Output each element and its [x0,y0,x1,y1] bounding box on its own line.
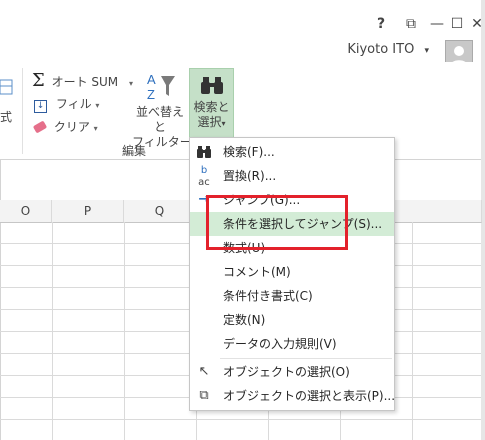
menu-item-label: コメント(M) [223,265,291,279]
menu-item-find[interactable]: 検索(F)... [190,140,394,164]
eraser-icon [32,120,48,134]
sort-filter-icon: A Z [147,72,175,102]
menu-item-label: 置換(R)... [223,169,277,183]
replace-icon: b ac [198,165,210,188]
find-select-label-1: 検索と [193,100,230,114]
partial-cell-style-label: 式 [0,110,13,124]
find-select-button[interactable]: 検索と 選択▾ [189,68,234,141]
column-header-o[interactable]: O [0,200,52,223]
clear-label: クリア [53,120,90,134]
autosum-button[interactable]: Σ オート SUM ▾ [32,70,133,91]
svg-text:A: A [147,72,156,87]
menu-item-label: 条件付き書式(C) [223,289,313,303]
menu-item-constants[interactable]: 定数(N) [190,308,394,332]
autosum-label: オート SUM [51,75,119,89]
clear-button[interactable]: クリア ▾ [32,118,98,136]
fill-caret-icon: ▾ [95,101,100,110]
fill-down-icon: ↓ [34,100,47,113]
menu-item-label: 検索(F)... [223,145,275,159]
sigma-icon: Σ [32,70,45,91]
select-objects-icon: ↖ [198,364,210,379]
help-button[interactable]: ? [368,12,394,36]
menu-item-label: オブジェクトの選択と表示(P)... [223,389,396,403]
svg-text:Z: Z [147,87,155,102]
menu-item-conditional-formatting[interactable]: 条件付き書式(C) [190,284,394,308]
close-button[interactable]: ✕ [464,12,485,36]
annotation-highlight-box [206,195,348,250]
user-caret-icon: ▾ [424,46,429,56]
title-bar: ? ⧉ — ☐ ✕ Kiyoto ITO ▾ [0,0,483,70]
fill-label: フィル [55,97,92,111]
sort-filter-label-1: 並べ替えと [135,105,184,134]
binoculars-icon [200,77,223,94]
user-account[interactable]: Kiyoto ITO ▾ [347,42,429,57]
find-select-menu: 検索(F)... b ac 置換(R)... → ジャンプ(G)... 条件を選択… [189,137,395,411]
column-header-q[interactable]: Q [124,200,196,223]
menu-item-label: オブジェクトの選択(O) [223,365,350,379]
menu-item-label: データの入力規則(V) [223,337,337,351]
menu-item-comments[interactable]: コメント(M) [190,260,394,284]
menu-item-select-objects[interactable]: ↖ オブジェクトの選択(O) [190,360,394,384]
menu-separator [220,358,392,359]
find-select-label-2: 選択 [197,115,222,129]
menu-item-data-validation[interactable]: データの入力規則(V) [190,332,394,356]
binoculars-icon [194,140,214,164]
column-header-p[interactable]: P [52,200,124,223]
fill-button[interactable]: ↓ フィル ▾ [34,95,99,113]
menu-item-selection-pane[interactable]: ⧉ オブジェクトの選択と表示(P)... [190,384,396,408]
find-select-caret-icon: ▾ [221,119,226,128]
find-select-label-2-row: 選択▾ [190,115,233,131]
ribbon-display-options-button[interactable]: ⧉ [398,12,424,36]
editing-group-label: 編集 [122,144,147,158]
menu-item-label: 定数(N) [223,313,266,327]
clear-caret-icon: ▾ [93,124,98,133]
ribbon-separator [22,68,23,154]
selection-pane-icon: ⧉ [199,388,209,403]
format-table-icon [0,72,14,102]
menu-item-replace[interactable]: b ac 置換(R)... [190,164,394,188]
sort-filter-button[interactable]: A Z 並べ替えと フィルター▾ [132,66,196,149]
user-name: Kiyoto ITO [347,42,415,57]
